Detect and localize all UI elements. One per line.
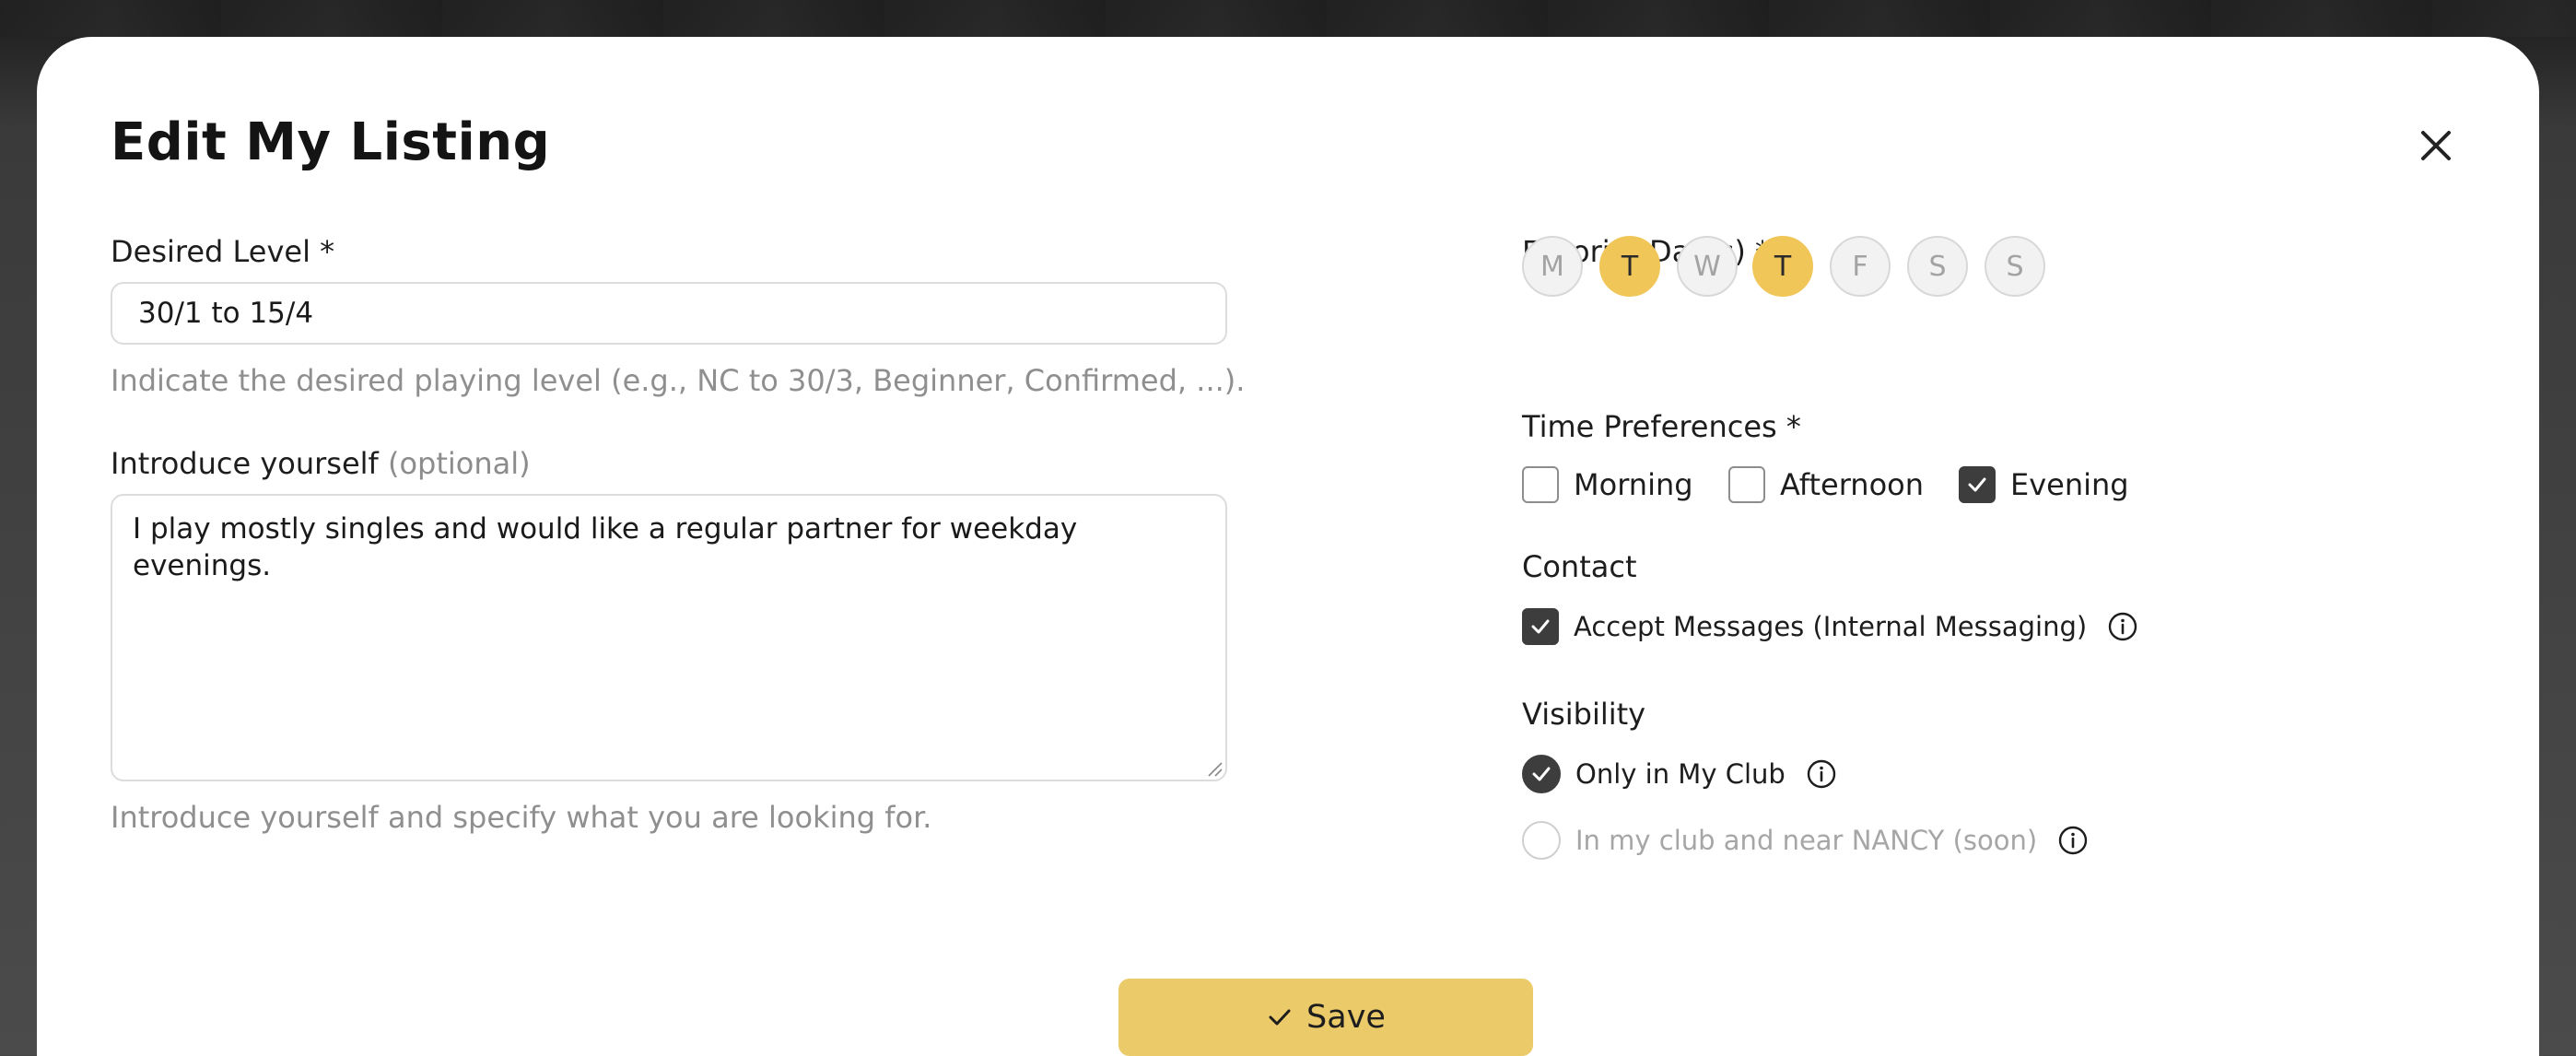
accept-messages-option[interactable]: Accept Messages (Internal Messaging) [1522, 606, 2138, 647]
day-wednesday[interactable]: W [1677, 236, 1738, 297]
introduce-label-text: Introduce yourself [111, 446, 379, 481]
save-button-label: Save [1306, 999, 1386, 1036]
modal-title: Edit My Listing [111, 112, 551, 172]
evening-checkbox[interactable] [1959, 466, 1996, 503]
introduce-hint: Introduce yourself and specify what you … [111, 800, 932, 835]
optional-tag: (optional) [387, 446, 531, 481]
time-option-evening[interactable]: Evening [1959, 464, 2129, 505]
day-tuesday[interactable]: T [1599, 236, 1660, 297]
check-icon [1531, 619, 1550, 634]
visibility-option-club[interactable]: Only in My Club [1522, 754, 1837, 794]
resize-grip-icon[interactable] [1205, 759, 1224, 778]
background-backdrop [0, 0, 2576, 37]
day-saturday[interactable]: S [1907, 236, 1968, 297]
accept-messages-checkbox[interactable] [1522, 608, 1559, 645]
close-icon [2421, 131, 2451, 160]
save-button[interactable]: Save [1118, 979, 1533, 1056]
close-button[interactable] [2410, 120, 2462, 171]
accept-messages-label: Accept Messages (Internal Messaging) [1574, 611, 2088, 642]
desired-level-hint: Indicate the desired playing level (e.g.… [111, 363, 1246, 398]
desired-level-label: Desired Level * [111, 234, 335, 269]
contact-label: Contact [1522, 549, 1637, 584]
day-sunday[interactable]: S [1985, 236, 2045, 297]
visibility-option-nearby: In my club and near NANCY (soon) [1522, 820, 2089, 861]
info-icon[interactable] [1806, 758, 1837, 790]
time-option-afternoon[interactable]: Afternoon [1728, 464, 1924, 505]
day-friday[interactable]: F [1830, 236, 1891, 297]
desired-level-input[interactable] [111, 282, 1227, 345]
check-icon [1269, 1009, 1291, 1026]
time-preferences-label: Time Preferences * [1522, 409, 1801, 444]
only-club-label: Only in My Club [1575, 758, 1786, 790]
day-thursday[interactable]: T [1752, 236, 1813, 297]
visibility-label: Visibility [1522, 697, 1646, 732]
morning-checkbox[interactable] [1522, 466, 1559, 503]
time-option-morning[interactable]: Morning [1522, 464, 1693, 505]
afternoon-checkbox[interactable] [1728, 466, 1765, 503]
info-icon[interactable] [2107, 611, 2138, 642]
check-icon [1532, 767, 1551, 781]
introduce-label: Introduce yourself (optional) [111, 446, 531, 481]
morning-label: Morning [1574, 467, 1693, 502]
info-icon[interactable] [2057, 825, 2089, 856]
day-monday[interactable]: M [1522, 236, 1583, 297]
introduce-textarea[interactable]: I play mostly singles and would like a r… [111, 494, 1227, 781]
nearby-label: In my club and near NANCY (soon) [1575, 825, 2038, 856]
nearby-radio [1522, 821, 1561, 860]
evening-label: Evening [2010, 467, 2129, 502]
check-icon [1968, 477, 1986, 492]
edit-listing-modal: Edit My Listing Desired Level * Indicate… [37, 37, 2539, 1056]
only-club-radio[interactable] [1522, 755, 1561, 793]
afternoon-label: Afternoon [1780, 467, 1924, 502]
